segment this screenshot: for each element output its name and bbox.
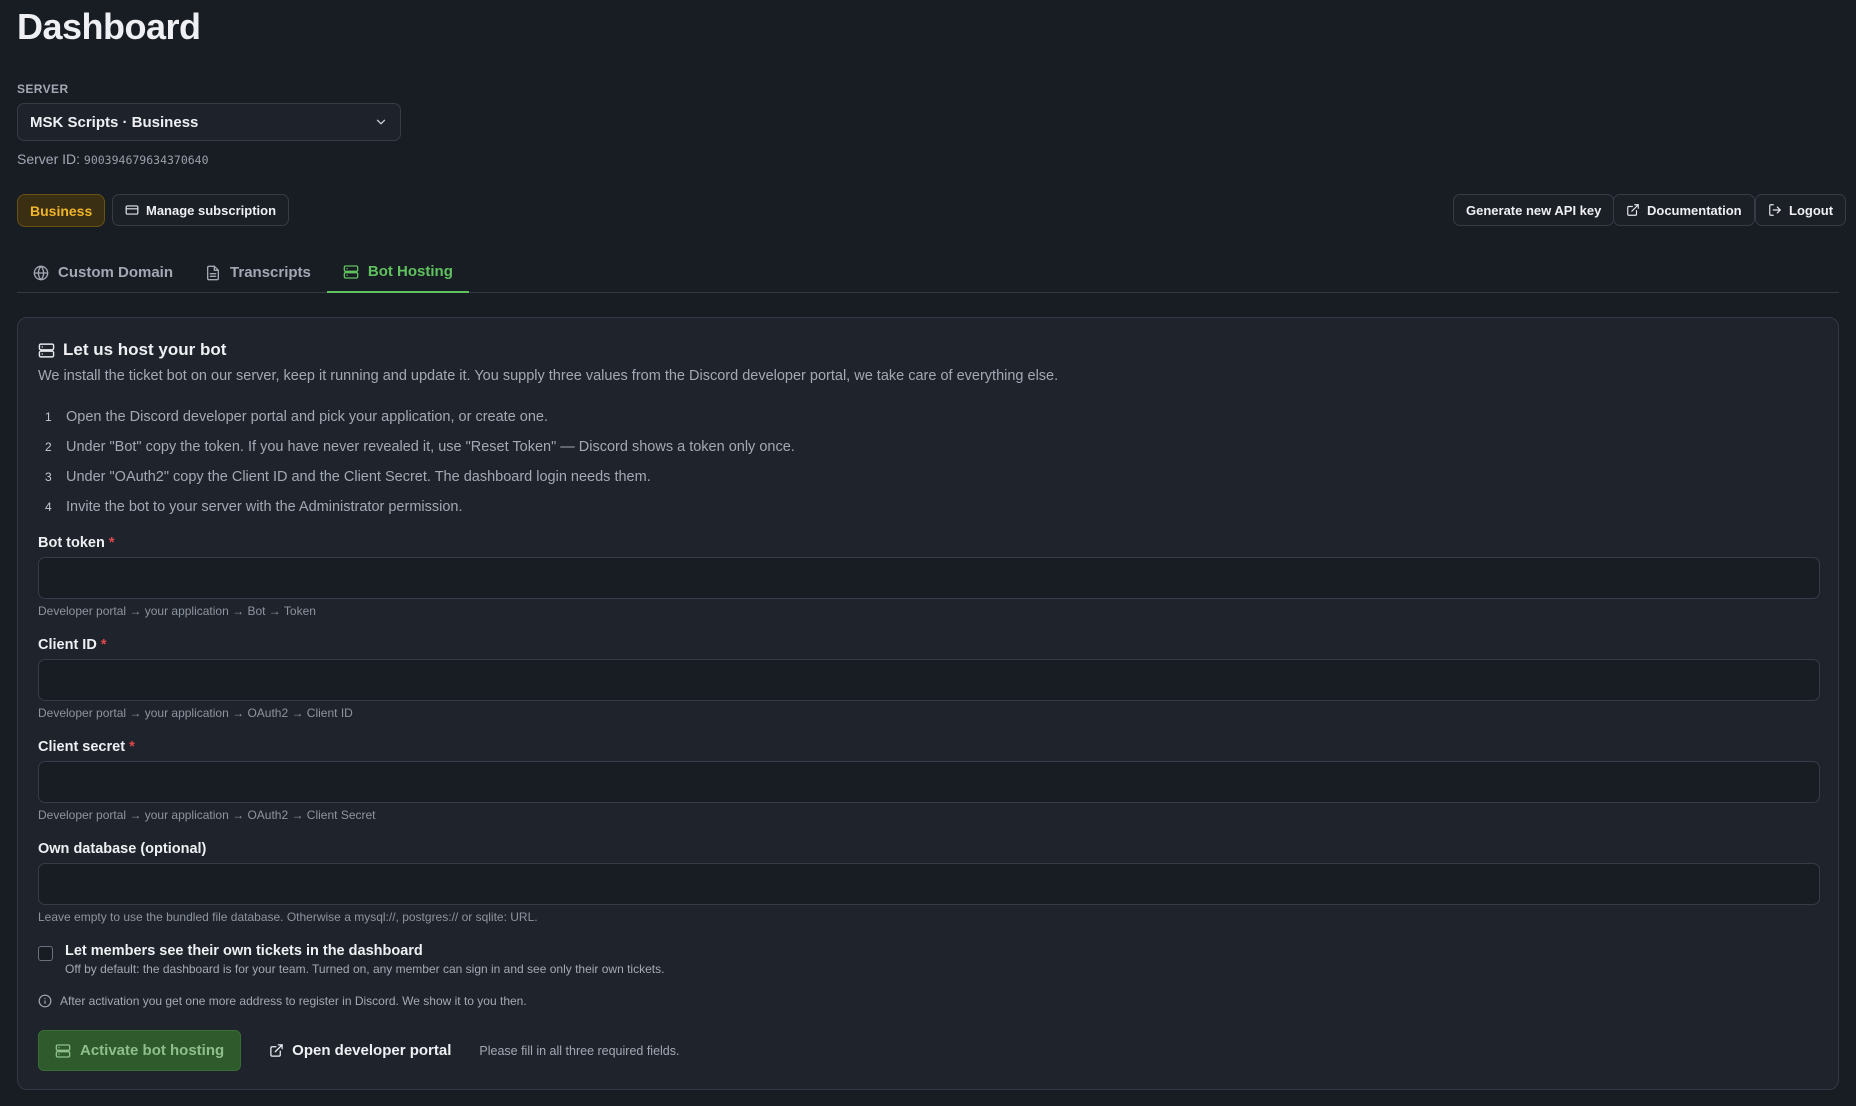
tab-transcripts[interactable]: Transcripts (189, 252, 327, 293)
file-text-icon (207, 265, 220, 280)
server-label: SERVER (17, 82, 69, 96)
tab-label: Bot Hosting (367, 263, 453, 280)
logout-icon (1769, 204, 1781, 216)
tab-label: Transcripts (230, 264, 311, 281)
client-secret-hint: Developer portal → your application → OA… (38, 808, 376, 822)
page-title: Dashboard (17, 6, 201, 47)
server-id: Server ID: 900394679634370640 (17, 151, 209, 167)
info-icon (38, 994, 52, 1008)
required-mark: * (100, 637, 107, 653)
step-text: Invite the bot to your server with the A… (66, 499, 463, 515)
documentation-label: Documentation (1647, 202, 1742, 218)
client-id-hint: Developer portal → your application → OA… (38, 706, 353, 720)
activate-label: Activate bot hosting (80, 1042, 225, 1059)
card-title: Let us host your bot (63, 340, 227, 359)
bot-hosting-card: Let us host your bot We install the tick… (17, 317, 1839, 1090)
open-developer-portal-link[interactable]: Open developer portal (269, 1042, 451, 1059)
step-text: Under "Bot" copy the token. If you have … (66, 439, 795, 455)
step-item: 2 Under "Bot" copy the token. If you have… (38, 432, 795, 462)
bot-token-label: Bot token * (38, 535, 115, 551)
external-link-icon (270, 1044, 283, 1057)
open-developer-portal-label: Open developer portal (292, 1042, 452, 1059)
card-description: We install the ticket bot on our server,… (38, 368, 1059, 384)
plan-badge: Business (17, 194, 106, 227)
chevron-down-icon (374, 115, 388, 129)
tab-custom-domain[interactable]: Custom Domain (17, 252, 189, 293)
credit-card-icon (125, 205, 139, 215)
logout-label: Logout (1789, 202, 1834, 218)
server-id-label: Server ID: (17, 151, 81, 167)
server-select[interactable]: MSK Scripts · Business (17, 103, 401, 141)
client-secret-label: Client secret * (38, 739, 135, 755)
generate-api-key-button[interactable]: Generate new API key (1453, 194, 1615, 226)
documentation-button[interactable]: Documentation (1613, 194, 1755, 226)
tab-bot-hosting[interactable]: Bot Hosting (326, 252, 469, 293)
step-number: 4 (45, 500, 52, 514)
activation-info: After activation you get one more addres… (38, 994, 527, 1008)
database-input[interactable] (38, 863, 1820, 905)
card-actions: Activate bot hosting Open developer port… (38, 1030, 679, 1071)
server-icon (55, 1043, 71, 1058)
external-link-icon (1627, 204, 1639, 216)
logout-button[interactable]: Logout (1755, 194, 1847, 226)
database-hint: Leave empty to use the bundled file data… (38, 910, 538, 924)
step-item: 3 Under "OAuth2" copy the Client ID and t… (38, 462, 795, 492)
server-icon (38, 342, 55, 358)
bot-token-input[interactable] (38, 557, 1820, 599)
database-label: Own database (optional) (38, 841, 207, 857)
server-id-value: 900394679634370640 (83, 153, 209, 167)
step-number: 2 (45, 440, 52, 454)
database-field: Own database (optional) Leave empty to u… (38, 841, 1820, 924)
tab-bar: Custom Domain Transcripts Bot Hosting (17, 252, 1839, 293)
member-access-checkbox[interactable] (38, 946, 53, 961)
setup-steps: 1 Open the Discord developer portal and p… (38, 402, 795, 522)
client-id-field: Client ID * Developer portal → your appl… (38, 637, 1820, 720)
tab-label: Custom Domain (58, 264, 174, 281)
manage-subscription-button[interactable]: Manage subscription (112, 194, 290, 226)
globe-icon (33, 265, 49, 280)
server-icon (343, 264, 359, 279)
member-access-subtitle: Off by default: the dashboard is for you… (65, 962, 665, 976)
required-mark: * (129, 739, 135, 755)
server-select-value: MSK Scripts · Business (30, 113, 199, 131)
step-item: 4 Invite the bot to your server with the … (38, 492, 795, 522)
step-item: 1 Open the Discord developer portal and p… (38, 402, 795, 432)
client-id-label: Client ID * (38, 637, 107, 653)
client-secret-input[interactable] (38, 761, 1820, 803)
dashboard-page: Dashboard SERVER MSK Scripts · Business … (0, 0, 1856, 1106)
client-secret-field: Client secret * Developer portal → your … (38, 739, 1820, 822)
activation-info-text: After activation you get one more addres… (60, 994, 527, 1008)
manage-subscription-label: Manage subscription (146, 202, 277, 218)
card-header: Let us host your bot (38, 340, 226, 360)
client-id-input[interactable] (38, 659, 1820, 701)
step-number: 1 (45, 410, 52, 424)
step-text: Under "OAuth2" copy the Client ID and th… (66, 469, 651, 485)
step-text: Open the Discord developer portal and pi… (66, 409, 549, 425)
activate-bot-hosting-button[interactable]: Activate bot hosting (38, 1030, 242, 1071)
step-number: 3 (45, 470, 52, 484)
member-access-option: Let members see their own tickets in the… (38, 943, 664, 976)
required-mark: * (108, 535, 115, 551)
bot-token-hint: Developer portal → your application → Bo… (38, 604, 316, 618)
generate-api-key-label: Generate new API key (1466, 202, 1602, 218)
required-fields-hint: Please fill in all three required fields… (479, 1043, 680, 1058)
member-access-title: Let members see their own tickets in the… (65, 943, 423, 959)
bot-token-field: Bot token * Developer portal → your appl… (38, 535, 1820, 618)
